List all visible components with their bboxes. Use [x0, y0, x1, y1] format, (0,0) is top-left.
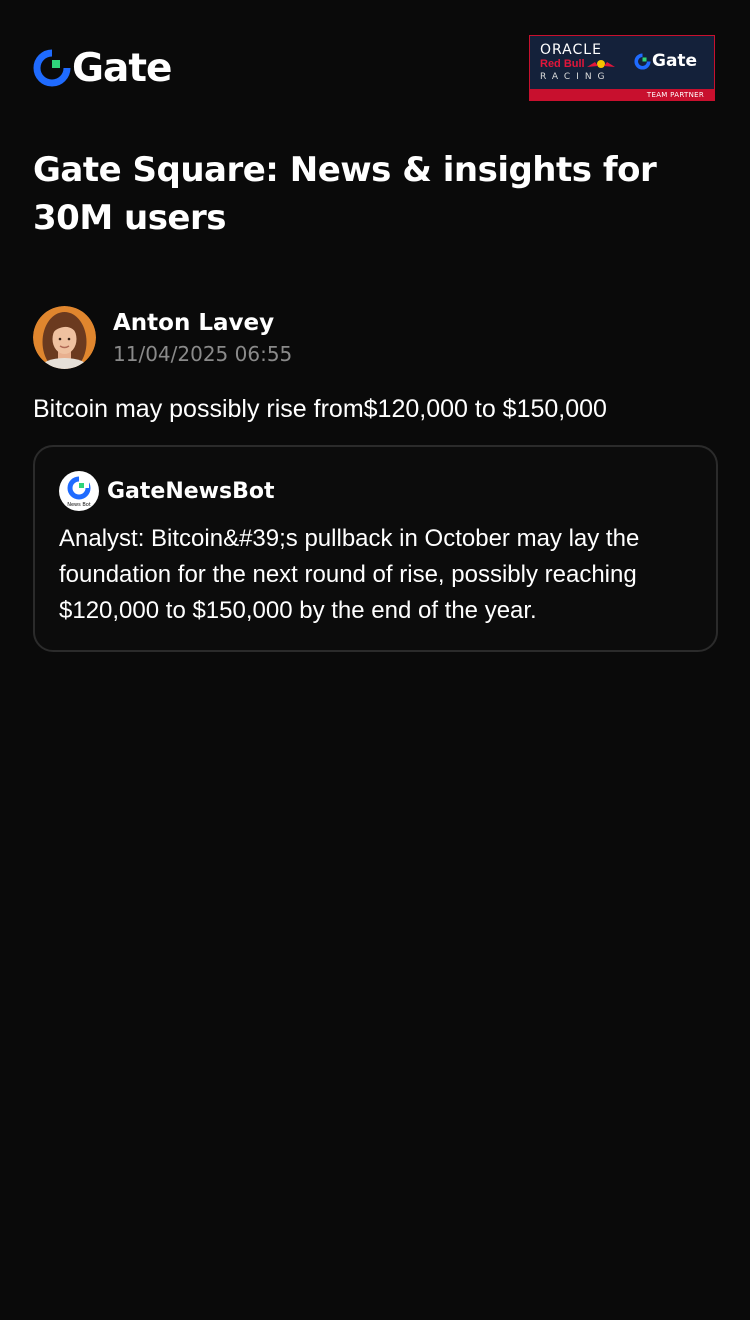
gate-logo[interactable]: Gate	[33, 45, 172, 91]
bot-avatar-caption: News Bot	[67, 502, 91, 508]
gate-logo-icon	[33, 49, 71, 87]
quote-text: Analyst: Bitcoin&#39;s pullback in Octob…	[59, 525, 640, 624]
banner-oracle-text: ORACLE	[540, 42, 602, 58]
gate-news-bot-icon: News Bot	[59, 471, 99, 511]
bot-name[interactable]: GateNewsBot	[107, 479, 275, 504]
red-bull-logo-icon	[587, 60, 615, 68]
post-text: Bitcoin may possibly rise from$120,000 t…	[33, 395, 607, 423]
user-avatar[interactable]	[33, 305, 96, 369]
post-timestamp: 11/04/2025 06:55	[113, 341, 293, 366]
gate-logo-icon	[634, 52, 651, 70]
banner-racing-text: RACING	[540, 72, 611, 82]
page-title: Gate Square: News & insights for 30M use…	[33, 150, 657, 238]
banner-redbull-text: Red Bull	[540, 58, 585, 70]
banner-gate-text: Gate	[652, 51, 698, 71]
quoted-news-card[interactable]: News Bot GateNewsBot Analyst: Bitcoin&#3…	[33, 445, 718, 652]
author-meta: Anton Lavey 11/04/2025 06:55	[113, 308, 292, 367]
banner-gate-logo: Gate	[634, 51, 697, 71]
header: Gate ORACLE Red Bull RACING Gate TEAM PA…	[0, 0, 750, 130]
post-author: Anton Lavey 11/04/2025 06:55	[33, 305, 292, 369]
partner-banner[interactable]: ORACLE Red Bull RACING Gate TEAM PARTNER	[529, 35, 715, 101]
banner-tag: TEAM PARTNER	[646, 91, 704, 99]
brand-name: Gate	[72, 45, 172, 91]
banner-strip: TEAM PARTNER	[530, 89, 714, 100]
quote-header: News Bot GateNewsBot	[59, 471, 275, 511]
author-name[interactable]: Anton Lavey	[113, 308, 292, 338]
